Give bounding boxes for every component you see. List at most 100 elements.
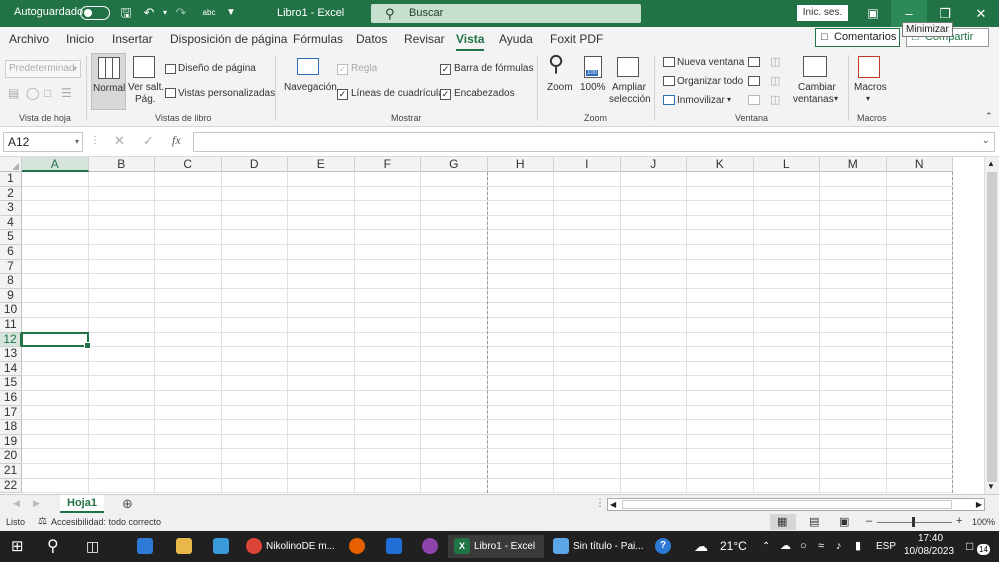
page-break-icon[interactable] [133,56,155,78]
column-header-g[interactable]: G [421,157,488,172]
zoom-out-icon[interactable]: – [866,515,872,527]
switch-windows-label-1[interactable]: Cambiar [798,82,836,93]
taskbar-paint[interactable]: Sin título - Pai... [553,535,645,558]
volume-icon[interactable]: ♪ [836,535,842,558]
tray-chevron-icon[interactable]: ⌃ [762,535,770,558]
row-header-2[interactable]: 2 [0,186,22,202]
switch-windows-icon[interactable] [803,56,827,77]
autosave-toggle[interactable] [80,6,110,20]
page-layout-button[interactable]: Diseño de página [178,63,256,74]
onedrive-icon[interactable]: ☁ [780,535,791,558]
insert-function-icon[interactable]: fx [172,133,181,148]
switch-windows-label-2[interactable]: ventanas [793,94,834,105]
weather-icon[interactable]: ☁ [694,535,708,558]
spelling-icon[interactable]: abc [200,4,218,22]
column-header-b[interactable]: B [88,157,155,172]
search-box[interactable]: ⚲ Buscar [371,4,641,23]
tab-ayuda[interactable]: Ayuda [499,32,533,46]
sync-scroll-icon[interactable]: ◫ [770,74,780,87]
sheet-tab-hoja1[interactable]: Hoja1 [60,495,104,513]
windows-start-icon[interactable]: ⊞ [11,535,24,558]
scroll-down-icon[interactable]: ▼ [987,482,995,491]
redo-icon[interactable]: ↷ [172,4,190,22]
column-header-e[interactable]: E [288,157,355,172]
tab-revisar[interactable]: Revisar [404,32,445,46]
zoom-in-icon[interactable]: + [956,515,962,527]
taskbar-excel[interactable]: X Libro1 - Excel [448,535,544,558]
vertical-scrollbar[interactable]: ▲ ▼ [984,157,999,494]
photos-icon[interactable] [213,538,229,555]
tab-datos[interactable]: Datos [356,32,387,46]
status-zoom[interactable]: 100% [972,517,995,527]
row-header-13[interactable]: 13 [0,347,22,362]
more-options-icon[interactable]: ⋮ [90,135,100,146]
row-header-3[interactable]: 3 [0,201,22,216]
row-header-6[interactable]: 6 [0,244,22,260]
zoom-selection-label-1[interactable]: Ampliar [612,82,646,93]
zoom-slider-thumb[interactable] [912,517,915,527]
tab-disposicion[interactable]: Disposición de página [170,32,287,46]
battery-icon[interactable]: ▮ [855,535,861,558]
column-header-j[interactable]: J [620,157,687,172]
page-layout-view-icon[interactable]: ▤ [809,515,819,528]
macros-button[interactable]: Macros [854,82,887,93]
comments-button[interactable]: □ Comentarios [815,28,900,47]
column-header-d[interactable]: D [221,157,288,172]
enter-icon[interactable]: ✓ [143,133,154,149]
side-by-side-icon[interactable]: ◫ [770,55,780,68]
column-header-c[interactable]: C [155,157,222,172]
taskbar-search-icon[interactable]: ⚲ [47,535,59,558]
arrange-all-button[interactable]: Organizar todo [677,76,743,87]
custom-views-button[interactable]: Vistas personalizadas [178,88,275,99]
taskbar-chrome[interactable]: NikolinoDE m... [246,535,338,558]
prev-sheet-icon[interactable]: ◀ [13,498,20,509]
customize-toolbar-icon[interactable]: ▼ [222,4,240,22]
reset-position-icon[interactable]: ◫ [770,93,780,106]
row-header-15[interactable]: 15 [0,376,22,391]
zoom-selection-label-2[interactable]: selección [609,94,651,105]
worksheet-grid[interactable]: A B C D E F G H I J K L M N 1 2 3 4 5 6 7 8 9 10 11 12 13 14 15 16 17 1… [0,157,984,494]
row-header-4[interactable]: 4 [0,215,22,231]
row-header-22[interactable]: 22 [0,478,22,494]
row-header-14[interactable]: 14 [0,361,22,377]
ruler-checkbox[interactable]: ✓ [337,64,348,75]
firefox-icon[interactable] [349,538,365,555]
row-header-18[interactable]: 18 [0,420,22,435]
scroll-right-icon[interactable]: ▶ [976,500,982,509]
tab-split-handle-icon[interactable]: ⋮ [595,498,605,509]
row-header-17[interactable]: 17 [0,405,22,421]
hide-icon[interactable] [748,76,760,86]
row-header-5[interactable]: 5 [0,230,22,245]
ribbon-display-icon[interactable]: ▣ [855,0,891,27]
taskbar-temperature[interactable]: 21°C [720,535,747,558]
page-break-label-2[interactable]: Pág. [135,94,156,105]
zoom-100-icon[interactable]: 100 [584,56,602,78]
tab-archivo[interactable]: Archivo [9,32,49,46]
row-header-12[interactable]: 12 [0,332,22,348]
scroll-up-icon[interactable]: ▲ [987,159,995,168]
macros-icon[interactable] [858,56,880,78]
navigation-icon[interactable] [297,58,319,75]
selected-cell-a12[interactable] [21,331,90,349]
vertical-scroll-thumb[interactable] [987,172,997,482]
gridlines-checkbox[interactable]: ✓ [337,89,348,100]
row-header-7[interactable]: 7 [0,259,22,275]
page-break-view-icon[interactable]: ▣ [839,515,849,528]
network-icon[interactable]: ○ [800,535,807,558]
horizontal-scrollbar[interactable]: ◀ ▶ [607,498,985,511]
zoom-100-button[interactable]: 100% [580,82,606,93]
sheet-view-combo[interactable]: Predeterminad ▾ [5,60,81,78]
column-header-k[interactable]: K [687,157,754,172]
task-view-icon[interactable]: ◫ [86,535,99,558]
zoom-selection-icon[interactable] [617,57,639,77]
select-all-corner[interactable] [0,157,22,172]
word-app-icon[interactable] [386,538,402,555]
store-icon[interactable] [137,538,153,555]
horizontal-scroll-thumb[interactable] [622,500,952,509]
formula-bar-checkbox[interactable]: ✓ [440,64,451,75]
row-header-1[interactable]: 1 [0,171,22,187]
name-box[interactable]: A12 ▾ [3,132,83,152]
row-header-16[interactable]: 16 [0,390,22,406]
row-header-8[interactable]: 8 [0,274,22,289]
page-break-label-1[interactable]: Ver salt. [128,82,164,93]
